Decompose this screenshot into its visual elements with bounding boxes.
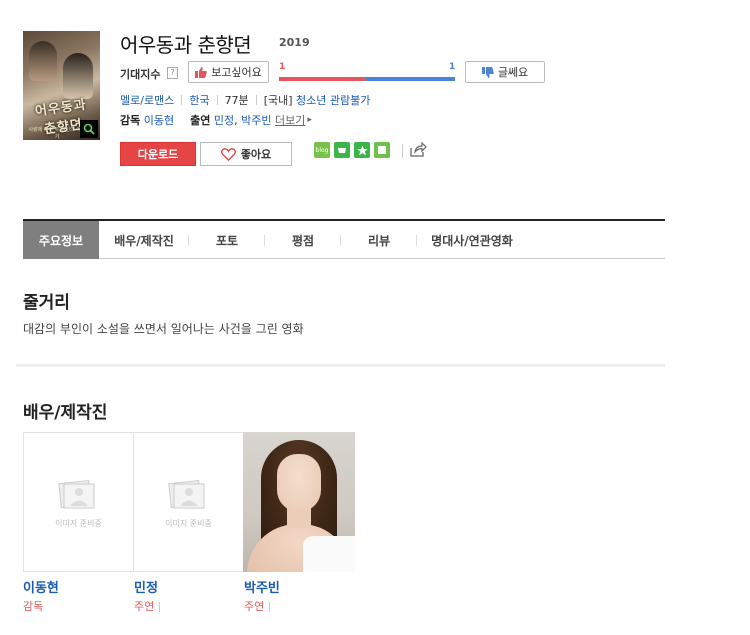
want-to-see-button[interactable]: 보고싶어요 [188,61,269,83]
country-link[interactable]: 한국 [189,92,209,108]
tab-cast-crew[interactable]: 배우/제작진 [99,221,189,259]
cast-heading: 배우/제작진 [23,403,108,423]
tab-label: 명대사/연관영화 [431,233,513,248]
expectation-label: 기대지수 [120,68,161,81]
blog-share-label: blog [315,146,329,154]
zoom-icon[interactable] [80,120,98,138]
tab-label: 배우/제작진 [114,233,174,248]
want-to-see-label: 보고싶어요 [211,66,262,79]
movie-year: 2019 [279,36,310,49]
want-ratio-bar [279,77,366,81]
tab-rating[interactable]: 평점 [265,221,341,259]
heart-icon [220,147,236,161]
divider [216,95,218,105]
image-placeholder-icon [58,479,95,509]
tab-review[interactable]: 리뷰 [341,221,417,259]
role-label: 주연 [134,600,155,613]
share-icon[interactable] [410,141,427,161]
runtime: 77분 [224,94,249,107]
cafe-share-icon[interactable] [334,142,350,158]
tab-bar: 주요정보 배우/제작진 포토 평점 리뷰 명대사/연관영화 [23,219,665,259]
not-sure-button[interactable]: 글쎄요 [465,61,545,83]
role-label: 감독 [23,600,44,613]
role-label: 주연 [244,600,265,613]
director-link[interactable]: 이동현 [144,112,174,128]
cast-role: 주연 [134,598,161,614]
rating-link[interactable]: 청소년 관람불가 [296,92,370,108]
thumbs-down-icon [481,66,494,78]
director-label: 감독 [120,114,141,127]
cast-name-link[interactable]: 민정 [134,577,158,596]
like-button[interactable]: 좋아요 [200,142,292,166]
tab-main-info[interactable]: 주요정보 [23,221,99,259]
cast-photo-placeholder[interactable]: 이미지 준비중 [133,432,244,572]
tab-quotes-related[interactable]: 명대사/연관영화 [417,221,527,259]
cast-photo[interactable] [243,432,355,572]
tab-label: 리뷰 [367,233,391,248]
not-sure-label: 글쎄요 [497,66,529,79]
divider [402,144,403,158]
want-count: 1 [279,62,286,72]
thumbs-up-icon [195,66,207,78]
cast-comma: , [234,113,238,127]
tab-label: 주요정보 [38,233,84,248]
memo-share-icon[interactable] [374,142,390,158]
synopsis-text: 대감의 부인이 소설을 쓰면서 일어나는 사건을 그린 영화 [23,322,304,336]
share-icons: blog [314,142,390,158]
star-share-icon[interactable] [354,142,370,158]
tab-photo[interactable]: 포토 [189,221,265,259]
meh-count: 1 [449,62,456,72]
credits-line: 감독 이동현 출연 민정, 박주빈 더보기 ▸ [120,112,312,128]
movie-title: 어우동과 춘향뎐 [120,33,252,57]
rating-prefix: [국내] [263,94,293,107]
placeholder-text: 이미지 준비중 [55,519,102,528]
cast-name-link[interactable]: 이동현 [23,577,59,596]
cast-photo-placeholder[interactable]: 이미지 준비중 [23,432,134,572]
section-divider [16,364,665,367]
placeholder-text: 이미지 준비중 [165,519,212,528]
chevron-right-icon: ▸ [307,115,312,125]
image-placeholder-icon [168,479,205,509]
cast-name-link[interactable]: 박주빈 [244,577,280,596]
movie-poster[interactable]: 어우동과 춘향뎐 사랑에 빠진 두 여인의 이야기 [23,31,100,140]
divider [181,95,183,105]
divider [255,95,257,105]
cast-role: 주연 [244,598,271,614]
genre-link[interactable]: 멜로/로맨스 [120,92,174,108]
tab-label: 포토 [215,233,239,248]
poster-figure [29,41,57,81]
tab-label: 평점 [291,233,315,248]
more-link[interactable]: 더보기 [275,112,305,128]
synopsis-heading: 줄거리 [23,293,70,313]
cast-link[interactable]: 박주빈 [241,112,271,128]
movie-info: 멜로/로맨스 한국 77분 [국내] 청소년 관람불가 [120,92,370,108]
like-label: 좋아요 [240,148,272,161]
cast-role: 감독 [23,598,43,614]
blog-share-icon[interactable]: blog [314,142,330,158]
download-button[interactable]: 다운로드 [120,142,196,166]
poster-subtitle: 사랑에 빠진 두 여인의 이야기 [28,127,86,140]
cast-label: 출연 [190,114,211,127]
help-icon[interactable]: ? [167,67,178,79]
meh-ratio-bar [366,77,455,81]
cast-link[interactable]: 민정 [214,112,234,128]
